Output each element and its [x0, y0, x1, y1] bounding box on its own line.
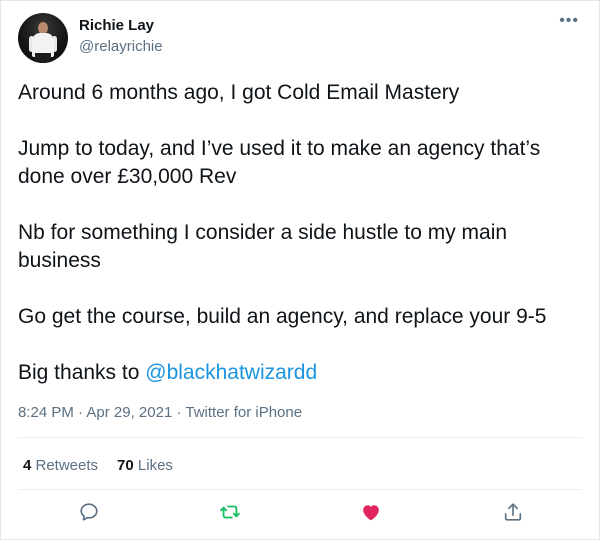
divider [18, 489, 582, 490]
more-options-icon[interactable]: ••• [559, 13, 579, 29]
tweet-paragraph: Nb for something I consider a side hustl… [18, 221, 508, 272]
tweet-stats: 4 Retweets 70 Likes [23, 457, 192, 475]
tweet-card: Richie Lay @relayrichie ••• Around 6 mon… [0, 0, 600, 540]
mention-link[interactable]: @blackhatwizardd [145, 361, 317, 384]
tweet-text: Around 6 months ago, I got Cold Email Ma… [18, 79, 588, 387]
tweet-actions [1, 501, 599, 529]
tweet-date[interactable]: Apr 29, 2021 [86, 404, 172, 421]
tweet-meta: 8:24 PM · Apr 29, 2021 · Twitter for iPh… [18, 404, 302, 422]
author-handle[interactable]: @relayrichie [79, 37, 163, 57]
tweet-time[interactable]: 8:24 PM [18, 404, 74, 421]
likes-stat[interactable]: 70 Likes [117, 457, 173, 475]
retweet-icon [220, 505, 240, 519]
avatar[interactable] [18, 13, 68, 63]
retweets-stat[interactable]: 4 Retweets [23, 457, 98, 475]
likes-label: Likes [133, 457, 173, 474]
reply-icon [80, 503, 98, 521]
meta-separator: · [73, 404, 87, 421]
retweet-button[interactable] [219, 501, 243, 525]
retweets-label: Retweets [31, 457, 99, 474]
tweet-header: Richie Lay @relayrichie ••• [18, 13, 583, 63]
meta-separator: · [172, 404, 186, 421]
likes-count: 70 [117, 457, 134, 474]
divider [18, 437, 582, 438]
author-info: Richie Lay @relayrichie [79, 16, 163, 57]
tweet-paragraph: Around 6 months ago, I got Cold Email Ma… [18, 81, 460, 104]
reply-button[interactable] [78, 501, 102, 525]
thanks-text: Big thanks to [18, 361, 146, 384]
tweet-paragraph: Jump to today, and I’ve used it to make … [18, 137, 541, 188]
tweet-paragraph: Go get the course, build an agency, and … [18, 305, 547, 328]
avatar-legs [35, 53, 51, 63]
author-display-name[interactable]: Richie Lay [79, 16, 163, 36]
heart-icon [363, 505, 379, 521]
like-button[interactable] [360, 501, 384, 525]
share-icon [504, 503, 522, 521]
tweet-source[interactable]: Twitter for iPhone [185, 404, 302, 421]
tweet-paragraph-thanks: Big thanks to @blackhatwizardd [18, 359, 588, 387]
share-button[interactable] [502, 501, 526, 525]
